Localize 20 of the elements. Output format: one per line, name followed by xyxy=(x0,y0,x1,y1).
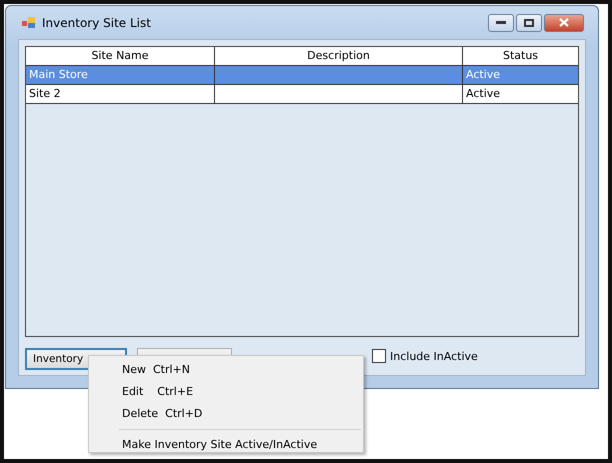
column-header[interactable]: Site Name xyxy=(26,47,215,65)
column-header[interactable]: Description xyxy=(215,47,463,65)
table-cell: Active xyxy=(463,85,578,103)
app-icon xyxy=(22,16,36,28)
menu-item[interactable]: Edit Ctrl+E xyxy=(91,381,361,403)
maximize-icon xyxy=(524,18,534,26)
minimize-icon xyxy=(496,20,506,24)
column-header[interactable]: Status xyxy=(463,47,578,65)
close-button[interactable] xyxy=(544,14,584,32)
maximize-button[interactable] xyxy=(516,14,542,32)
table-cell: Site 2 xyxy=(26,85,215,103)
menu-item[interactable]: Delete Ctrl+D xyxy=(91,403,361,425)
table-cell: Main Store xyxy=(26,66,215,84)
window-title: Inventory Site List xyxy=(42,16,152,30)
close-icon xyxy=(559,18,569,27)
checkbox[interactable] xyxy=(372,349,386,363)
table-cell: Active xyxy=(463,66,578,84)
minimize-button[interactable] xyxy=(488,14,514,32)
menu-item[interactable]: Make Inventory Site Active/InActive xyxy=(91,434,361,456)
checkbox-label: Include InActive xyxy=(390,350,478,362)
